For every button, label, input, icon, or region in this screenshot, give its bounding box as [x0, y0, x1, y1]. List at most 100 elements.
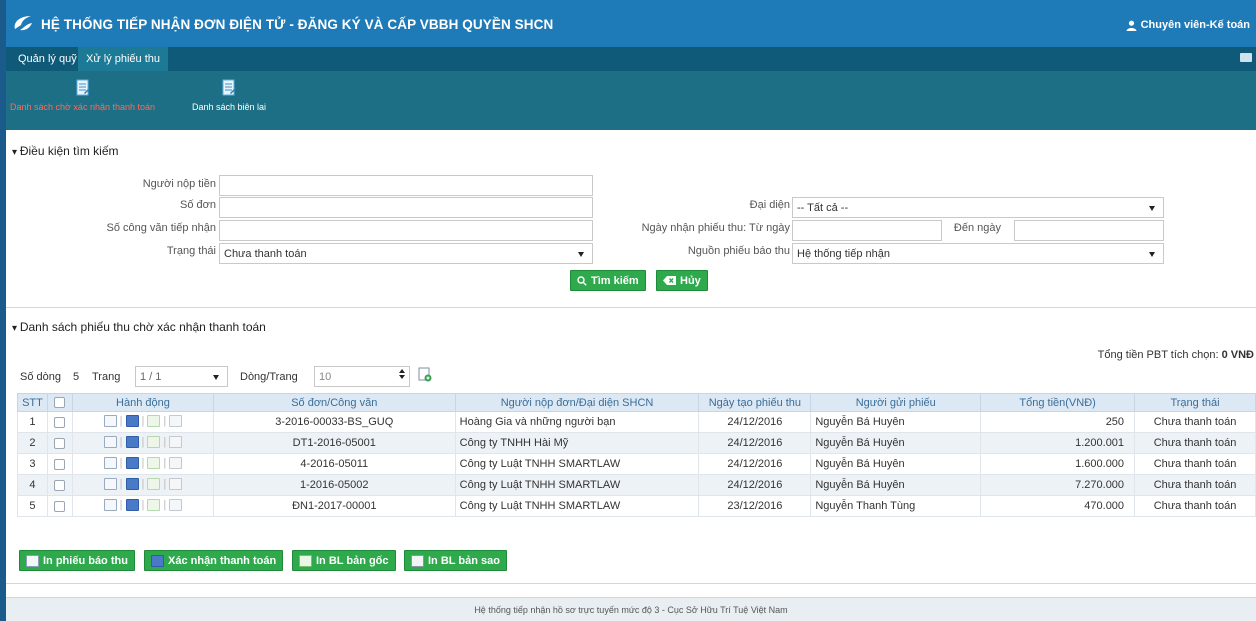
row-sender: Nguyễn Bá Huyên: [810, 453, 982, 475]
row-checkbox[interactable]: [54, 437, 66, 449]
row-select-cell[interactable]: [46, 432, 73, 454]
source-label: Nguồn phiếu báo thu: [687, 245, 790, 257]
money-doc-icon[interactable]: [147, 477, 161, 490]
col-date: Ngày tạo phiếu thu: [698, 393, 812, 412]
row-actions: | | |: [71, 453, 214, 475]
toolbar: Danh sách chờ xác nhận thanh toán Danh s…: [6, 71, 1256, 130]
list-section-heading[interactable]: Danh sách phiếu thu chờ xác nhận thanh t…: [12, 320, 266, 334]
from-date-input[interactable]: [792, 220, 942, 241]
monitor-icon[interactable]: [125, 498, 139, 511]
copy-doc-icon[interactable]: [169, 477, 183, 490]
confirm-payment-label: Xác nhận thanh toán: [168, 554, 277, 567]
to-date-input[interactable]: [1014, 220, 1164, 241]
copy-doc-icon[interactable]: [169, 435, 183, 448]
monitor-icon[interactable]: [125, 477, 139, 490]
app-title: HỆ THỐNG TIẾP NHẬN ĐƠN ĐIỆN TỬ - ĐĂNG KÝ…: [41, 17, 554, 32]
rows-label: Số dòng: [20, 371, 61, 383]
print-copy-button[interactable]: In BL bản sao: [404, 550, 507, 571]
row-status: Chưa thanh toán: [1134, 432, 1256, 454]
status-select[interactable]: Chưa thanh toán: [219, 243, 593, 264]
col-sender: Người gửi phiếu: [810, 393, 982, 412]
user-menu[interactable]: Chuyên viên-Kế toán: [1126, 19, 1250, 31]
source-select[interactable]: Hệ thống tiếp nhận: [792, 243, 1164, 264]
table-row[interactable]: 5 | | | ĐN1-2017-00001 Công ty Luật TNHH SMAR…: [17, 495, 1256, 517]
cancel-button[interactable]: Hủy: [656, 270, 708, 291]
payer-input[interactable]: [219, 175, 593, 196]
row-date: 24/12/2016: [698, 432, 812, 454]
monitor-icon[interactable]: [125, 414, 139, 427]
copy-doc-icon[interactable]: [169, 456, 183, 469]
row-checkbox[interactable]: [54, 479, 66, 491]
tab-quan-ly-quy[interactable]: Quản lý quỹ: [10, 47, 85, 71]
toolbar-item-label: Danh sách biên lai: [192, 102, 267, 112]
print-notice-button[interactable]: In phiếu báo thu: [19, 550, 135, 571]
view-doc-icon[interactable]: [103, 456, 117, 469]
user-name: Chuyên viên-Kế toán: [1140, 19, 1250, 31]
receipts-table: STT Hành động Số đơn/Công văn Người nộp …: [17, 393, 1256, 517]
row-amount: 250: [980, 411, 1136, 433]
stepper-arrows-icon[interactable]: [398, 368, 406, 380]
row-date: 24/12/2016: [698, 474, 812, 496]
copy-doc-icon: [411, 554, 424, 567]
tab-xu-ly-phieu-thu[interactable]: Xử lý phiếu thu: [78, 47, 169, 71]
keyboard-icon[interactable]: [1240, 53, 1252, 62]
print-original-button[interactable]: In BL bản gốc: [292, 550, 396, 571]
selected-total-value: 0: [1221, 349, 1228, 361]
export-excel-icon[interactable]: [418, 367, 432, 382]
dispatch-input[interactable]: [219, 220, 593, 241]
row-stt: 3: [17, 453, 48, 475]
dispatch-label: Số công văn tiếp nhận: [106, 222, 216, 234]
per-page-stepper[interactable]: 10: [314, 366, 410, 387]
app-logo-icon: [14, 16, 32, 31]
col-status: Trạng thái: [1134, 393, 1256, 412]
row-applicant: Công ty TNHH Hài Mỹ: [454, 432, 700, 454]
money-doc-icon[interactable]: [147, 414, 161, 427]
money-doc-icon[interactable]: [147, 456, 161, 469]
view-doc-icon[interactable]: [103, 435, 117, 448]
row-select-cell[interactable]: [46, 411, 73, 433]
app-no-input[interactable]: [219, 197, 593, 218]
select-all-checkbox[interactable]: [54, 397, 66, 409]
separator: |: [119, 498, 123, 511]
table-row[interactable]: 2 | | | DT1-2016-05001 Công ty TNHH Hài Mỹ 24/…: [17, 432, 1256, 454]
copy-doc-icon[interactable]: [169, 414, 183, 427]
table-row[interactable]: 4 | | | 1-2016-05002 Công ty Luật TNHH SMARTL…: [17, 474, 1256, 496]
row-checkbox[interactable]: [54, 500, 66, 512]
separator: |: [119, 435, 123, 448]
selected-total-label: Tổng tiền PBT tích chọn:: [1097, 349, 1219, 361]
separator: |: [163, 456, 167, 469]
print-copy-label: In BL bản sao: [428, 554, 500, 567]
divider: [6, 583, 1256, 584]
toolbar-item-pending-list[interactable]: Danh sách chờ xác nhận thanh toán: [10, 79, 155, 113]
row-sender: Nguyễn Bá Huyên: [810, 474, 982, 496]
table-row[interactable]: 3 | | | 4-2016-05011 Công ty Luật TNHH SMARTL…: [17, 453, 1256, 475]
to-date-label: Đến ngày: [953, 222, 1001, 234]
toolbar-item-receipt-list[interactable]: Danh sách biên lai: [192, 79, 266, 113]
row-date: 24/12/2016: [698, 411, 812, 433]
row-applicant: Công ty Luật TNHH SMARTLAW: [454, 495, 700, 517]
search-button[interactable]: Tìm kiếm: [570, 270, 646, 291]
view-doc-icon[interactable]: [103, 414, 117, 427]
row-checkbox[interactable]: [54, 416, 66, 428]
row-select-cell[interactable]: [46, 453, 73, 475]
rep-select[interactable]: -- Tất cả --: [792, 197, 1164, 218]
page-select[interactable]: 1 / 1: [135, 366, 228, 387]
row-select-cell[interactable]: [46, 474, 73, 496]
col-amount: Tổng tiền(VNĐ): [980, 393, 1136, 412]
view-doc-icon[interactable]: [103, 477, 117, 490]
table-row[interactable]: 1 | | | 3-2016-00033-BS_GUQ Hoàng Gia và nhữn…: [17, 411, 1256, 433]
money-doc-icon[interactable]: [147, 435, 161, 448]
copy-doc-icon[interactable]: [169, 498, 183, 511]
print-notice-label: In phiếu báo thu: [43, 554, 128, 567]
row-select-cell[interactable]: [46, 495, 73, 517]
col-select-all[interactable]: [46, 393, 73, 412]
row-app-no: 1-2016-05002: [212, 474, 456, 496]
confirm-payment-button[interactable]: Xác nhận thanh toán: [144, 550, 284, 571]
monitor-icon[interactable]: [125, 435, 139, 448]
row-sender: Nguyễn Bá Huyên: [810, 432, 982, 454]
view-doc-icon[interactable]: [103, 498, 117, 511]
monitor-icon[interactable]: [125, 456, 139, 469]
search-section-heading[interactable]: Điều kiện tìm kiếm: [12, 144, 119, 158]
money-doc-icon[interactable]: [147, 498, 161, 511]
row-checkbox[interactable]: [54, 458, 66, 470]
